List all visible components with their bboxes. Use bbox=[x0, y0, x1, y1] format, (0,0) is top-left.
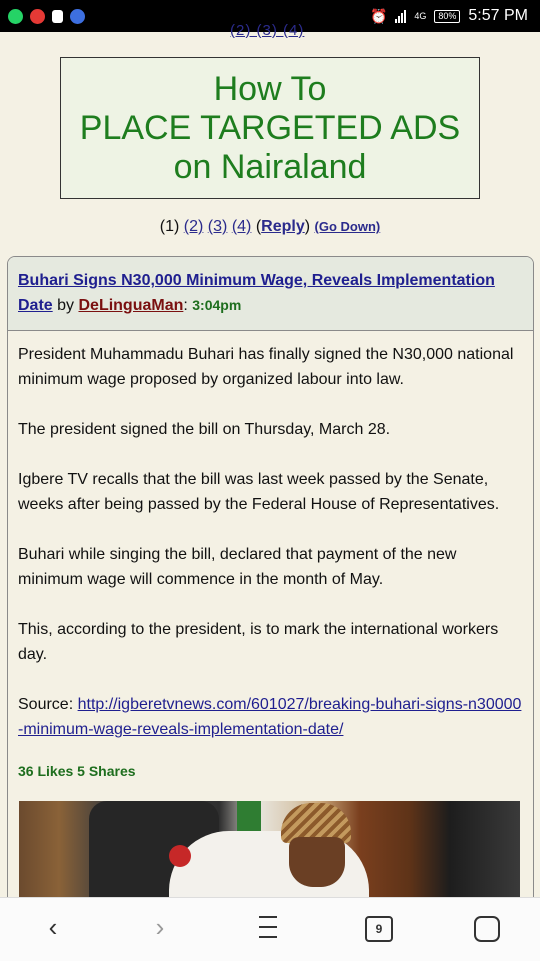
paragraph: The president signed the bill on Thursda… bbox=[18, 421, 391, 438]
paragraph: Buhari while singing the bill, declared … bbox=[18, 546, 457, 588]
coat-of-arms-emblem bbox=[169, 845, 191, 867]
menu-icon[interactable] bbox=[253, 912, 283, 942]
post-time: 3:04pm bbox=[192, 297, 242, 313]
paragraph: This, according to the president, is to … bbox=[18, 621, 499, 663]
post-header: Buhari Signs N30,000 Minimum Wage, Revea… bbox=[8, 257, 533, 331]
likes-shares[interactable]: 36 Likes 5 Shares bbox=[18, 759, 523, 784]
page-link-2[interactable]: (2) bbox=[184, 218, 204, 235]
home-icon[interactable] bbox=[474, 916, 500, 942]
current-page: (1) bbox=[159, 218, 180, 235]
reply-close-paren: ) bbox=[304, 218, 311, 235]
forward-icon[interactable]: › bbox=[145, 912, 175, 942]
post-photo[interactable] bbox=[19, 801, 520, 907]
ad-line-1: How To bbox=[213, 69, 327, 108]
back-icon[interactable]: ‹ bbox=[38, 912, 68, 942]
thread-pager: (1) (2) (3) (4) (Reply) (Go Down) bbox=[0, 218, 540, 236]
page-link-3[interactable]: (3) bbox=[208, 218, 228, 235]
paragraph: Igbere TV recalls that the bill was last… bbox=[18, 471, 500, 513]
reply-link[interactable]: Reply bbox=[261, 218, 305, 235]
whatsapp-icon bbox=[8, 8, 23, 24]
browser-bottom-bar: ‹ › 9 bbox=[0, 897, 540, 961]
photo-face bbox=[289, 837, 345, 887]
source-label: Source: bbox=[18, 696, 78, 713]
clock: 5:57 PM bbox=[468, 7, 528, 24]
source-link[interactable]: http://igberetvnews.com/601027/breaking-… bbox=[18, 696, 521, 738]
paragraph: President Muhammadu Buhari has finally s… bbox=[18, 346, 514, 388]
targeted-ads-banner[interactable]: How To PLACE TARGETED ADS on Nairaland bbox=[60, 57, 480, 199]
author-link[interactable]: DeLinguaMan bbox=[78, 297, 183, 314]
by-label: by bbox=[52, 297, 79, 314]
go-down-link[interactable]: (Go Down) bbox=[315, 219, 381, 234]
opera-icon bbox=[30, 8, 45, 24]
top-pager-partial[interactable]: (2) (3) (4) bbox=[230, 22, 304, 39]
tab-count-button[interactable]: 9 bbox=[365, 916, 393, 942]
alarm-icon: ⏰ bbox=[369, 7, 388, 24]
ad-line-2: PLACE TARGETED ADS bbox=[79, 108, 461, 147]
signal-icon bbox=[395, 9, 407, 23]
file-icon bbox=[52, 9, 63, 23]
colon: : bbox=[183, 297, 193, 314]
browser-icon bbox=[70, 8, 85, 24]
page-link-4[interactable]: (4) bbox=[232, 218, 252, 235]
ad-line-3: on Nairaland bbox=[173, 147, 367, 186]
post-body: President Muhammadu Buhari has finally s… bbox=[8, 331, 533, 784]
forum-post: Buhari Signs N30,000 Minimum Wage, Revea… bbox=[7, 256, 534, 908]
source-line: Source: http://igberetvnews.com/601027/b… bbox=[18, 692, 523, 742]
notification-icons bbox=[0, 8, 85, 24]
battery-indicator: 80% bbox=[434, 9, 461, 23]
network-type: 4G bbox=[414, 11, 427, 21]
